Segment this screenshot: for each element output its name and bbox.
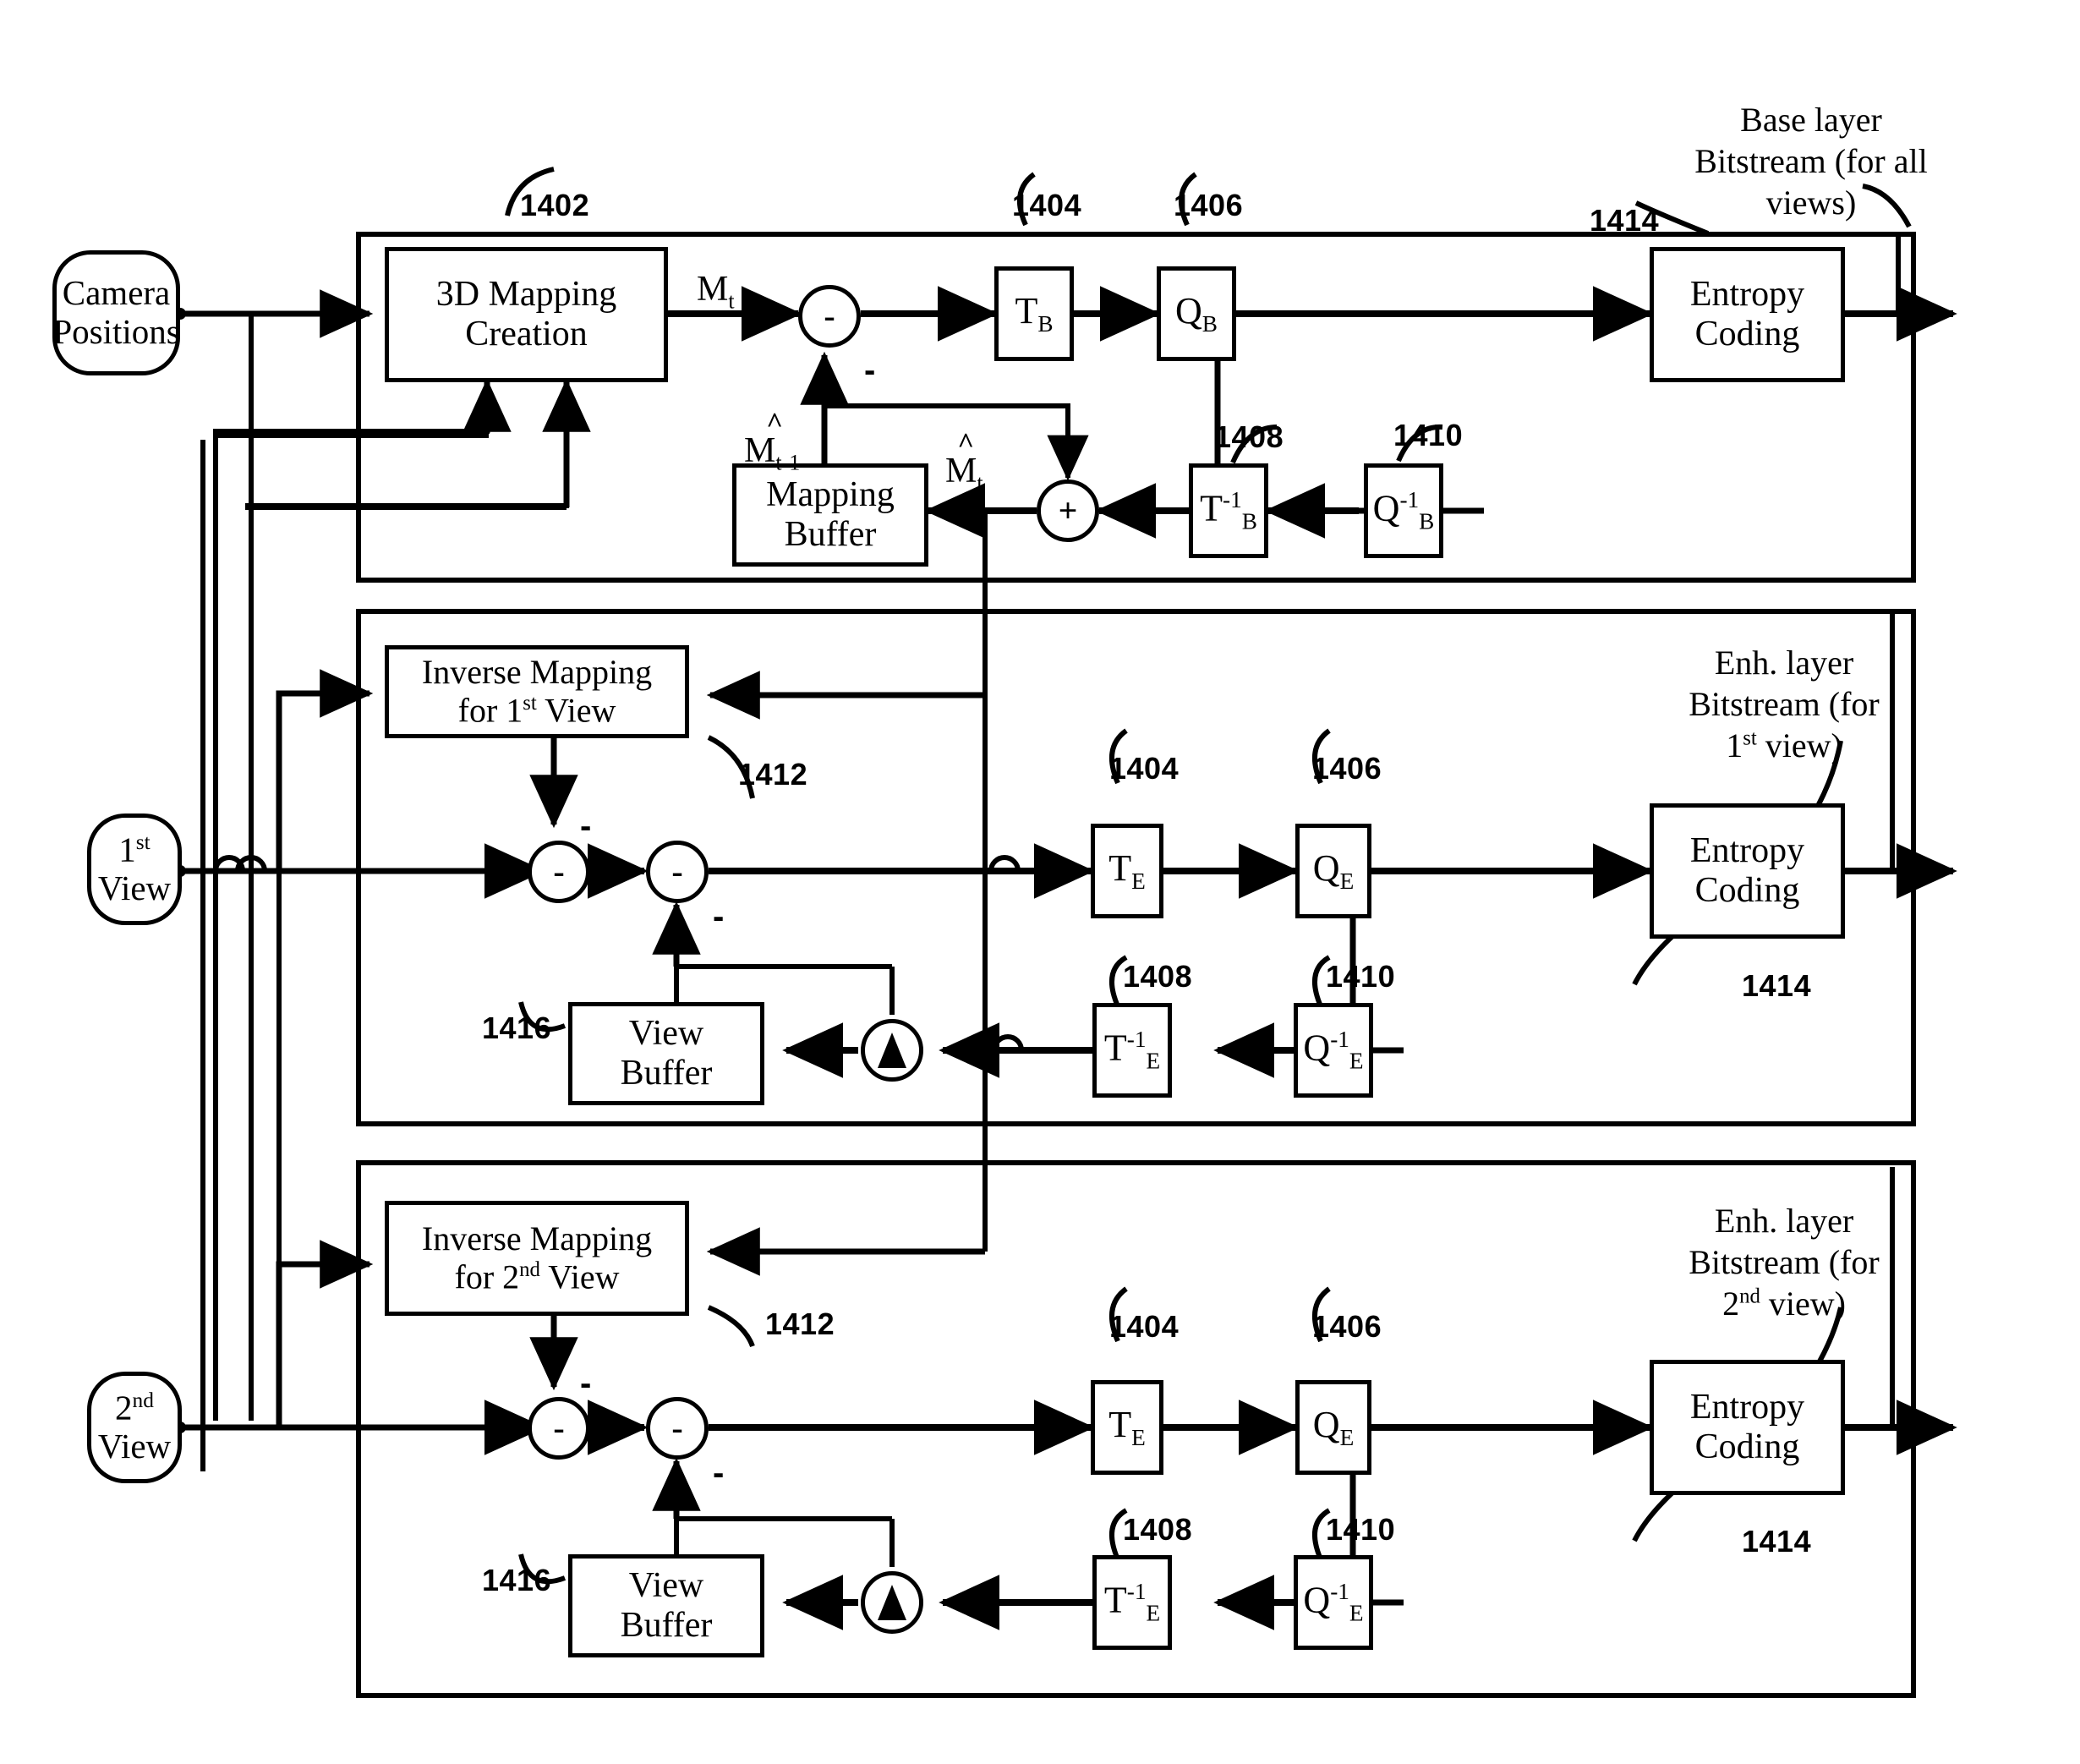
minus-sign-enh1-b: - <box>713 898 725 935</box>
block-3d-mapping-creation[interactable]: 3D Mapping Creation <box>385 247 668 382</box>
entropy-base-line2: Coding <box>1694 315 1800 353</box>
block-quantizer-enh-first[interactable]: QE <box>1295 824 1371 918</box>
block-quantizer-enh-second[interactable]: QE <box>1295 1380 1371 1475</box>
entropy-enh1-line1: Entropy <box>1689 830 1805 870</box>
inverse-mapping-1-line1: Inverse Mapping <box>421 653 653 692</box>
block-inverse-mapping-second-view[interactable]: Inverse Mapping for 2nd View <box>385 1201 689 1316</box>
mapping-creation-line2: Creation <box>465 315 588 353</box>
block-transform-enh-second[interactable]: TE <box>1091 1380 1163 1475</box>
signal-mt-minus-1-hat: ^ Mt-1 <box>744 408 801 475</box>
mapping-creation-line1: 3D Mapping <box>435 274 617 314</box>
view-buffer-2-line1: View <box>628 1565 704 1605</box>
block-transform-base[interactable]: TB <box>994 266 1074 361</box>
block-entropy-coding-enh-second[interactable]: Entropy Coding <box>1650 1360 1845 1495</box>
subtractor-enh-first-a: - <box>528 841 590 903</box>
ref-1410-base: 1410 <box>1393 418 1464 452</box>
input-first-view[interactable]: 1st View <box>87 814 182 925</box>
block-inverse-quantizer-enh-second[interactable]: Q-1E <box>1294 1555 1373 1650</box>
second-view-ordinal: 2nd <box>115 1388 154 1427</box>
ref-1414-enh2: 1414 <box>1742 1524 1812 1559</box>
block-view-buffer-second[interactable]: View Buffer <box>568 1554 764 1657</box>
ref-1404-enh2: 1404 <box>1109 1309 1180 1344</box>
ref-1410-enh2: 1410 <box>1326 1512 1396 1547</box>
block-inverse-transform-enh-second[interactable]: T-1E <box>1092 1555 1172 1650</box>
inverse-mapping-2-line2: for 2nd View <box>454 1257 620 1296</box>
view-buffer-1-line1: View <box>628 1013 704 1053</box>
camera-positions-line2: Positions <box>52 312 180 351</box>
signal-mt: Mt <box>697 270 735 314</box>
ref-1410-enh1: 1410 <box>1326 959 1396 994</box>
ref-1412-second: 1412 <box>765 1307 835 1341</box>
subtractor-enh-second-b: - <box>646 1397 709 1460</box>
entropy-enh1-line2: Coding <box>1694 871 1800 910</box>
ref-1414-base: 1414 <box>1590 203 1660 238</box>
mapping-buffer-line1: Mapping <box>766 474 895 514</box>
ref-1406-enh2: 1406 <box>1312 1309 1382 1344</box>
ref-1412-first: 1412 <box>738 757 808 792</box>
caption-enh-second-bitstream: Enh. layer Bitstream (for 2nd view) <box>1689 1202 1880 1323</box>
minus-sign-enh1-a: - <box>580 808 592 845</box>
view-buffer-2-line2: Buffer <box>620 1606 713 1645</box>
camera-positions-line1: Camera <box>62 273 171 313</box>
ref-1404-base: 1404 <box>1012 188 1082 222</box>
adder-enh-first-triangle-icon <box>878 1033 906 1068</box>
ref-1416-second: 1416 <box>482 1563 552 1597</box>
input-camera-positions[interactable]: Camera Positions <box>52 250 180 375</box>
ref-1406-base: 1406 <box>1174 188 1244 222</box>
block-transform-enh-first[interactable]: TE <box>1091 824 1163 918</box>
caption-enh-first-bitstream: Enh. layer Bitstream (for 1st view) <box>1689 644 1880 764</box>
signal-mt-hat: ^ Mt <box>945 428 983 496</box>
mapping-buffer-line2: Buffer <box>784 515 877 554</box>
subtractor-enh-second-a: - <box>528 1397 590 1460</box>
adder-base: + <box>1037 479 1099 542</box>
block-entropy-coding-enh-first[interactable]: Entropy Coding <box>1650 803 1845 939</box>
ref-1406-enh1: 1406 <box>1312 751 1382 786</box>
second-view-line2: View <box>97 1427 172 1466</box>
block-inverse-quantizer-enh-first[interactable]: Q-1E <box>1294 1003 1373 1098</box>
input-second-view[interactable]: 2nd View <box>87 1372 182 1483</box>
adder-enh-second-triangle-icon <box>878 1585 906 1620</box>
subtractor-enh-first-b: - <box>646 841 709 903</box>
inverse-mapping-1-line2: for 1st View <box>457 691 616 730</box>
ref-1408-enh1: 1408 <box>1123 959 1193 994</box>
block-view-buffer-first[interactable]: View Buffer <box>568 1002 764 1105</box>
block-quantizer-base[interactable]: QB <box>1157 266 1236 361</box>
minus-sign-enh2-a: - <box>580 1365 592 1402</box>
block-inverse-mapping-first-view[interactable]: Inverse Mapping for 1st View <box>385 645 689 738</box>
first-view-ordinal: 1st <box>118 830 151 869</box>
block-inverse-quantizer-base[interactable]: Q-1B <box>1364 463 1443 558</box>
caption-base-layer-bitstream: Base layer Bitstream (for all views) <box>1694 101 1928 222</box>
ref-1414-enh1: 1414 <box>1742 968 1812 1003</box>
figure-canvas: Camera Positions 1st View 2nd View 3D Ma… <box>0 0 2080 1764</box>
block-mapping-buffer[interactable]: Mapping Buffer <box>732 463 928 567</box>
ref-1408-base: 1408 <box>1214 419 1284 454</box>
inverse-mapping-2-line1: Inverse Mapping <box>421 1219 653 1258</box>
view-buffer-1-line2: Buffer <box>620 1054 713 1093</box>
ref-1402: 1402 <box>520 188 590 222</box>
entropy-base-line1: Entropy <box>1689 274 1805 314</box>
minus-sign-enh2-b: - <box>713 1454 725 1492</box>
block-inverse-transform-base[interactable]: T-1B <box>1189 463 1268 558</box>
block-inverse-transform-enh-first[interactable]: T-1E <box>1092 1003 1172 1098</box>
ref-1404-enh1: 1404 <box>1109 751 1180 786</box>
block-entropy-coding-base[interactable]: Entropy Coding <box>1650 247 1845 382</box>
minus-sign-base-sub: - <box>864 352 876 389</box>
first-view-line2: View <box>97 868 172 908</box>
entropy-enh2-line1: Entropy <box>1689 1387 1805 1427</box>
ref-1408-enh2: 1408 <box>1123 1512 1193 1547</box>
subtractor-base: - <box>798 285 861 348</box>
entropy-enh2-line2: Coding <box>1694 1427 1800 1466</box>
ref-1416-first: 1416 <box>482 1011 552 1045</box>
